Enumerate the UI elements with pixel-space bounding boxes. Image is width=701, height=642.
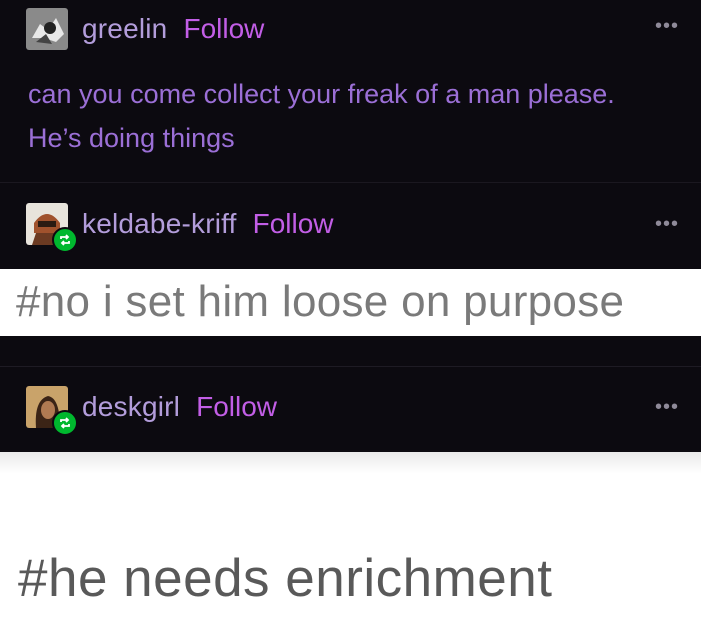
post-body-line: can you come collect your freak of a man… [28, 79, 615, 109]
greelin-avatar-icon [26, 8, 68, 50]
username[interactable]: greelin [82, 13, 167, 45]
follow-button[interactable]: Follow [183, 13, 264, 45]
more-options-icon[interactable]: ••• [655, 213, 679, 236]
avatar[interactable] [26, 386, 78, 436]
post-keldabe-kriff: keldabe-kriff Follow ••• [0, 182, 701, 269]
username[interactable]: keldabe-kriff [82, 208, 237, 240]
tag-strip: #no i set him loose on purpose [0, 269, 701, 335]
avatar[interactable] [26, 8, 68, 50]
follow-button[interactable]: Follow [196, 391, 277, 423]
post-greelin: greelin Follow ••• can you come collect … [0, 0, 701, 182]
post-body: can you come collect your freak of a man… [28, 72, 688, 160]
post-deskgirl: deskgirl Follow ••• [0, 336, 701, 452]
post-body-line: He’s doing things [28, 123, 235, 153]
post-header: greelin Follow [26, 6, 264, 52]
follow-button[interactable]: Follow [253, 208, 334, 240]
more-options-icon[interactable]: ••• [655, 396, 679, 419]
reblog-icon [52, 227, 78, 253]
avatar[interactable] [26, 203, 78, 253]
post-header: deskgirl Follow [26, 384, 277, 436]
more-options-icon[interactable]: ••• [655, 15, 679, 38]
post-header: keldabe-kriff Follow [26, 201, 334, 253]
post-tag[interactable]: #he needs enrichment [18, 548, 552, 609]
reblog-icon [52, 410, 78, 436]
username[interactable]: deskgirl [82, 391, 180, 423]
fade-divider [0, 452, 701, 474]
divider [0, 366, 701, 367]
post-tag[interactable]: #no i set him loose on purpose [16, 277, 624, 327]
